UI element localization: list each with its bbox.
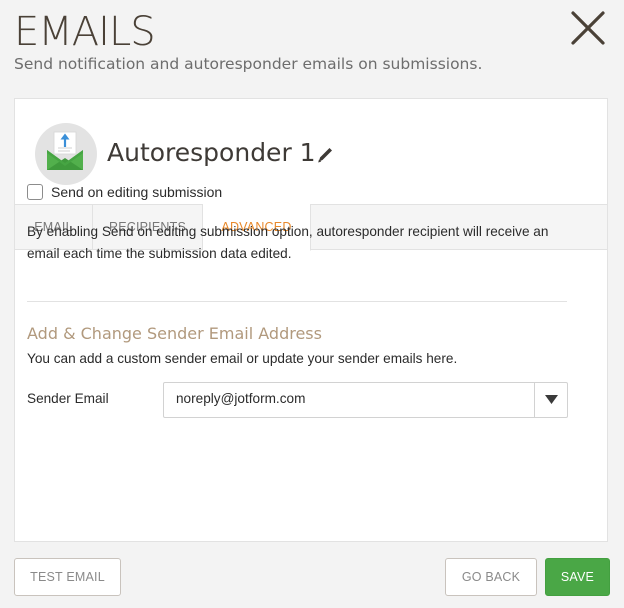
page-title: EMAILS (14, 9, 156, 55)
section-divider (27, 301, 567, 302)
sender-section-description: You can add a custom sender email or upd… (27, 351, 458, 366)
autoresponder-panel: Autoresponder 1 EMAIL RECIPIENTS ADVANCE… (14, 98, 608, 542)
close-icon[interactable] (568, 8, 608, 48)
save-button[interactable]: SAVE (545, 558, 610, 596)
send-on-edit-option[interactable]: Send on editing submission (27, 184, 222, 200)
envelope-upload-icon (35, 123, 97, 185)
go-back-button[interactable]: GO BACK (445, 558, 537, 596)
caret-down-icon[interactable] (534, 383, 567, 417)
send-on-edit-checkbox[interactable] (27, 184, 43, 200)
page-subtitle: Send notification and autoresponder emai… (14, 55, 483, 73)
pencil-icon[interactable] (315, 144, 335, 164)
autoresponder-name: Autoresponder 1 (107, 138, 316, 167)
send-on-edit-description: By enabling Send on editing submission o… (27, 224, 549, 261)
sender-email-value: noreply@jotform.com (176, 391, 306, 406)
send-on-edit-label: Send on editing submission (51, 184, 223, 200)
sender-section-title: Add & Change Sender Email Address (27, 324, 322, 343)
test-email-button[interactable]: TEST EMAIL (14, 558, 121, 596)
sender-email-select[interactable]: noreply@jotform.com (163, 382, 568, 418)
sender-email-label: Sender Email (27, 391, 109, 406)
